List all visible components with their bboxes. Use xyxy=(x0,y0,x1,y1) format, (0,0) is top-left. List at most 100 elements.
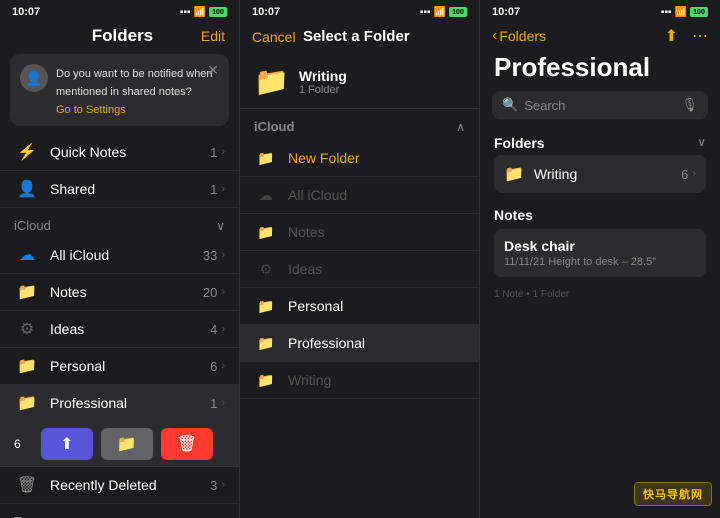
signal-icon: ▪▪▪ xyxy=(180,7,191,18)
search-icon: 🔍 xyxy=(502,97,518,113)
edit-button[interactable]: Edit xyxy=(201,28,225,44)
modal-personal-icon: 📁 xyxy=(254,297,278,315)
professional-item[interactable]: 📁 Professional 1 › xyxy=(0,385,239,422)
shared-chevron: › xyxy=(221,183,225,195)
writing-folder-count: 6 xyxy=(681,167,688,182)
notes-label: Notes xyxy=(50,284,203,300)
tags-label: Tags xyxy=(14,514,41,518)
note-title: Desk chair xyxy=(504,238,696,254)
selected-folder-icon: 📁 xyxy=(254,65,289,98)
notes-count: 20 xyxy=(203,285,217,300)
p3-bottom-info: 1 Note • 1 Folder xyxy=(480,281,720,308)
modal-notes-item[interactable]: 📁 Notes xyxy=(240,214,479,251)
p3-notes-label: Notes xyxy=(494,207,706,223)
modal-ideas-item[interactable]: ⚙ Ideas xyxy=(240,251,479,288)
modal-professional-icon: 📁 xyxy=(254,334,278,352)
select-folder-panel: 10:07 ▪▪▪ 📶 100 Cancel Select a Folder 📁… xyxy=(240,0,480,518)
time-1: 10:07 xyxy=(12,6,40,18)
p3-folders-label: Folders xyxy=(494,135,545,151)
personal-item[interactable]: 📁 Personal 6 › xyxy=(0,348,239,385)
p3-folders-header: Folders ∨ xyxy=(494,135,706,151)
back-button[interactable]: ‹ Folders xyxy=(492,27,546,45)
p3-notes-section: Notes Desk chair 11/11/21 Height to desk… xyxy=(480,197,720,281)
selected-folder-display: 📁 Writing 1 Folder xyxy=(240,55,479,109)
quick-notes-count: 1 xyxy=(210,145,217,160)
battery-icon-2: 100 xyxy=(449,7,467,17)
new-folder-icon: 📁 xyxy=(254,149,278,167)
notes-folder-icon: 📁 xyxy=(14,282,40,302)
action-row: 6 ⬆ 📁 🗑 xyxy=(0,422,239,467)
mic-icon[interactable]: 🎙 xyxy=(681,97,698,113)
time-2: 10:07 xyxy=(252,6,280,18)
battery-icon: 100 xyxy=(209,7,227,17)
recently-deleted-item[interactable]: 🗑 Recently Deleted 3 › xyxy=(0,467,239,504)
desk-chair-note[interactable]: Desk chair 11/11/21 Height to desk – 28.… xyxy=(494,229,706,277)
modal-personal-item[interactable]: 📁 Personal xyxy=(240,288,479,325)
modal-writing-label: Writing xyxy=(288,372,331,388)
status-right-3: ▪▪▪ 📶 100 xyxy=(661,7,708,18)
share-icon[interactable]: ⬆ xyxy=(665,26,678,46)
modal-personal-label: Personal xyxy=(288,298,343,314)
time-3: 10:07 xyxy=(492,6,520,18)
notes-item[interactable]: 📁 Notes 20 › xyxy=(0,274,239,311)
modal-notes-label: Notes xyxy=(288,224,325,240)
icloud-modal-chevron[interactable]: ∧ xyxy=(456,120,465,134)
personal-icon: 📁 xyxy=(14,356,40,376)
shared-icon: 👤 xyxy=(14,179,40,199)
all-icloud-label: All iCloud xyxy=(50,247,203,263)
p3-folders-section: Folders ∨ 📁 Writing 6 › xyxy=(480,129,720,197)
ideas-icon: ⚙ xyxy=(14,319,40,339)
selected-folder-sub: 1 Folder xyxy=(299,84,347,96)
modal-all-icloud-label: All iCloud xyxy=(288,187,347,203)
recently-deleted-icon: 🗑 xyxy=(14,475,40,495)
ideas-item[interactable]: ⚙ Ideas 4 › xyxy=(0,311,239,348)
quick-notes-chevron: › xyxy=(221,146,225,158)
new-folder-label: New Folder xyxy=(288,150,360,166)
notif-close-icon[interactable]: ✕ xyxy=(207,62,219,79)
icloud-section: iCloud ∨ xyxy=(0,208,239,237)
move-button[interactable]: 📁 xyxy=(101,428,153,460)
icloud-label: iCloud xyxy=(14,218,51,233)
notes-chevron: › xyxy=(221,286,225,298)
professional-header-row: ‹ Folders ⬆ ⋯ xyxy=(480,22,720,48)
recently-deleted-chevron: › xyxy=(221,479,225,491)
modal-writing-item[interactable]: 📁 Writing xyxy=(240,362,479,399)
professional-chevron: › xyxy=(221,397,225,409)
more-icon[interactable]: ⋯ xyxy=(692,26,708,46)
modal-ideas-label: Ideas xyxy=(288,261,322,277)
status-right-1: ▪▪▪ 📶 100 xyxy=(180,7,227,18)
writing-folder-row[interactable]: 📁 Writing 6 › xyxy=(494,155,706,193)
notif-text: Do you want to be notified when mentione… xyxy=(56,68,213,98)
notif-content: Do you want to be notified when mentione… xyxy=(56,64,219,116)
status-bar-1: 10:07 ▪▪▪ 📶 100 xyxy=(0,0,239,22)
modal-professional-label: Professional xyxy=(288,335,365,351)
status-bar-2: 10:07 ▪▪▪ 📶 100 xyxy=(240,0,479,22)
professional-icon: 📁 xyxy=(14,393,40,413)
notif-link[interactable]: Go to Settings xyxy=(56,104,219,116)
notif-avatar: 👤 xyxy=(20,64,48,92)
writing-folder-name: Writing xyxy=(534,166,681,182)
modal-notes-icon: 📁 xyxy=(254,223,278,241)
modal-professional-item[interactable]: 📁 Professional xyxy=(240,325,479,362)
selected-folder-name: Writing xyxy=(299,68,347,84)
professional-count: 1 xyxy=(210,396,217,411)
folders-header: Folders Edit xyxy=(0,22,239,54)
watermark: 快马导航网 xyxy=(634,482,712,506)
quick-notes-item[interactable]: ⚡ Quick Notes 1 › xyxy=(0,134,239,171)
p3-folders-chevron[interactable]: ∨ xyxy=(697,135,706,151)
selected-folder-info: Writing 1 Folder xyxy=(299,68,347,96)
all-icloud-item[interactable]: ☁ All iCloud 33 › xyxy=(0,237,239,274)
modal-all-icloud-item[interactable]: ☁ All iCloud xyxy=(240,177,479,214)
status-bar-3: 10:07 ▪▪▪ 📶 100 xyxy=(480,0,720,22)
delete-button[interactable]: 🗑 xyxy=(161,428,213,460)
share-button[interactable]: ⬆ xyxy=(41,428,93,460)
tags-collapse-icon[interactable]: ∨ xyxy=(216,515,225,518)
new-folder-item[interactable]: 📁 New Folder xyxy=(240,140,479,177)
cancel-button[interactable]: Cancel xyxy=(252,29,296,45)
modal-ideas-icon: ⚙ xyxy=(254,260,278,278)
search-bar[interactable]: 🔍 Search 🎙 xyxy=(492,91,708,119)
shared-item[interactable]: 👤 Shared 1 › xyxy=(0,171,239,208)
recently-deleted-label: Recently Deleted xyxy=(50,477,210,493)
icloud-collapse-icon[interactable]: ∨ xyxy=(216,219,225,233)
professional-title: Professional xyxy=(480,48,720,91)
